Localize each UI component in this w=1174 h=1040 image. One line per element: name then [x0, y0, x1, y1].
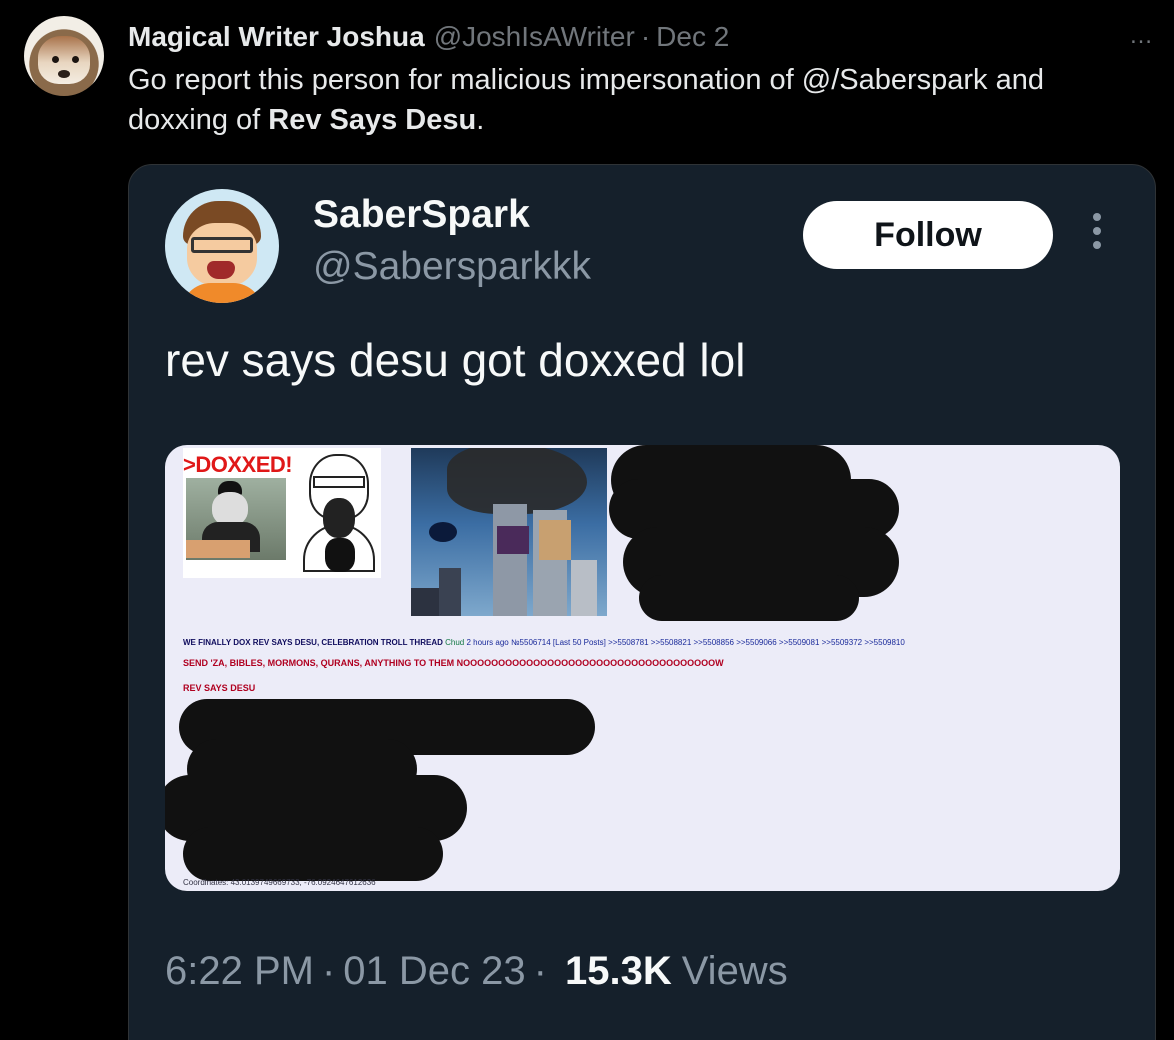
- views-label: Views: [681, 949, 788, 993]
- thread-author: Chud: [445, 638, 465, 647]
- redaction-scribble: [183, 827, 443, 881]
- doxxed-meme: >DOXXED!: [183, 448, 381, 578]
- quoted-author-handle[interactable]: @Sabersparkkk: [313, 245, 591, 289]
- towers-image: [411, 448, 607, 616]
- doxxed-label: >DOXXED!: [183, 452, 293, 477]
- post-text-main: Go report this person for malicious impe…: [128, 64, 1044, 136]
- dog-nose: [58, 70, 70, 78]
- post-text-end: .: [476, 104, 485, 136]
- thread-name: REV SAYS DESU: [183, 683, 256, 693]
- soyjak-drawing: [303, 454, 375, 572]
- post-text-bold: Rev Says Desu: [268, 104, 477, 136]
- post-meta: 6:22 PM · 01 Dec 23 · 15.3K Views: [165, 949, 788, 994]
- thread-subject: WE FINALLY DOX REV SAYS DESU, CELEBRATIO…: [183, 638, 443, 647]
- avatar-shirt: [181, 283, 263, 303]
- quoted-post-text: rev says desu got doxxed lol: [165, 334, 746, 386]
- quoted-author-name[interactable]: SaberSpark: [313, 193, 530, 237]
- redaction-scribble: [639, 575, 859, 621]
- post-header: Magical Writer Joshua @JoshIsAWriter · D…: [128, 20, 729, 54]
- attached-image[interactable]: >DOXXED! WE FINALLY DOX REV SAYS DESU, C…: [165, 445, 1120, 891]
- avatar-glasses: [191, 237, 253, 253]
- post-date-full[interactable]: 01 Dec 23: [343, 949, 525, 994]
- meta-separator: ·: [321, 949, 336, 993]
- quoted-post-card[interactable]: SaberSpark @Sabersparkkk Follow rev says…: [128, 164, 1156, 1040]
- post-time[interactable]: 6:22 PM: [165, 949, 314, 994]
- author-handle[interactable]: @JoshIsAWriter: [434, 21, 635, 53]
- post-text: Go report this person for malicious impe…: [128, 60, 1138, 140]
- author-avatar[interactable]: [24, 16, 104, 96]
- views-count: 15.3K: [564, 949, 672, 993]
- chud-image: [186, 478, 286, 560]
- thread-meta: 2 hours ago №5506714: [466, 638, 551, 647]
- meta-separator: ·: [533, 949, 547, 993]
- avatar-mouth: [207, 261, 235, 279]
- thread-comment: SEND 'ZA, BIBLES, MORMONS, QURANS, ANYTH…: [183, 658, 724, 668]
- dog-eye: [52, 56, 59, 63]
- dog-eye: [72, 56, 79, 63]
- quoted-author-avatar[interactable]: [165, 189, 279, 303]
- post-date[interactable]: Dec 2: [656, 21, 729, 53]
- vertical-more-icon[interactable]: [1087, 213, 1107, 249]
- coordinates-text: Coordinates: 43.0139749669733, -76.09246…: [183, 878, 376, 887]
- thread-header: WE FINALLY DOX REV SAYS DESU, CELEBRATIO…: [183, 638, 1113, 647]
- thread-links: [Last 50 Posts] >>5508781 >>5508821 >>55…: [552, 638, 905, 647]
- follow-button[interactable]: Follow: [803, 201, 1053, 269]
- author-name[interactable]: Magical Writer Joshua: [128, 21, 425, 53]
- more-options-icon[interactable]: …: [1129, 22, 1154, 50]
- header-separator: ·: [640, 21, 651, 52]
